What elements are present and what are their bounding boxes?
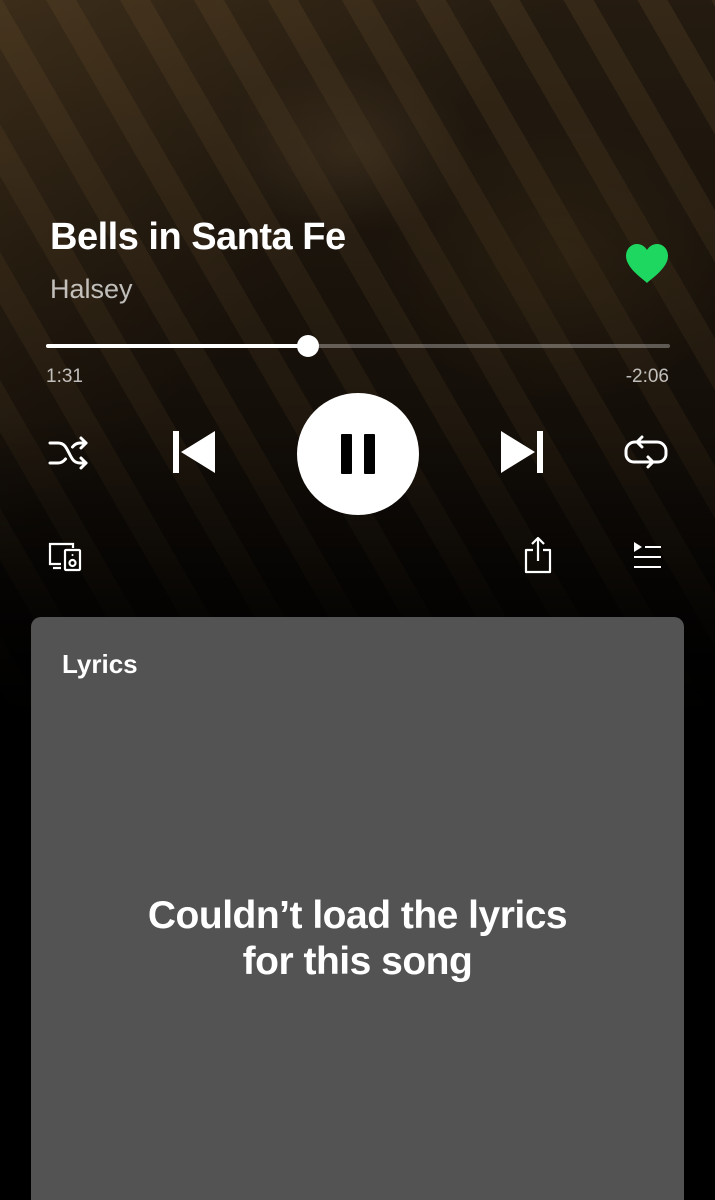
- repeat-icon: [624, 435, 668, 469]
- progress-fill: [46, 344, 309, 348]
- track-artist[interactable]: Halsey: [50, 274, 133, 305]
- share-icon: [524, 536, 552, 574]
- skip-next-icon: [501, 431, 543, 473]
- skip-previous-icon: [173, 431, 215, 473]
- lyrics-heading: Lyrics: [62, 649, 138, 679]
- shuffle-icon: [48, 436, 88, 470]
- share-button[interactable]: [524, 536, 552, 574]
- like-button[interactable]: [624, 243, 670, 285]
- now-playing-screen: Bells in Santa Fe Halsey 1:31 -2:06 Lyri…: [0, 0, 715, 1200]
- queue-button[interactable]: [632, 540, 662, 570]
- repeat-button[interactable]: [623, 433, 669, 473]
- lyrics-error-message: Couldn’t load the lyrics for this song: [147, 894, 568, 983]
- shuffle-button[interactable]: [48, 435, 90, 471]
- devices-button[interactable]: [47, 540, 83, 572]
- pause-button[interactable]: [297, 393, 419, 515]
- track-title: Bells in Santa Fe: [50, 216, 346, 258]
- previous-button[interactable]: [170, 428, 218, 476]
- pause-bar-left: [341, 434, 352, 474]
- remaining-time: -2:06: [625, 366, 669, 387]
- lyrics-card[interactable]: Lyrics Couldn’t load the lyrics for this …: [31, 617, 684, 1200]
- devices-icon: [48, 542, 82, 572]
- queue-icon: [634, 542, 661, 568]
- progress-bar[interactable]: [46, 335, 670, 357]
- progress-handle[interactable]: [297, 335, 320, 357]
- next-button[interactable]: [498, 428, 546, 476]
- heart-icon: [626, 244, 668, 283]
- pause-bar-right: [364, 434, 375, 474]
- elapsed-time: 1:31: [46, 366, 83, 387]
